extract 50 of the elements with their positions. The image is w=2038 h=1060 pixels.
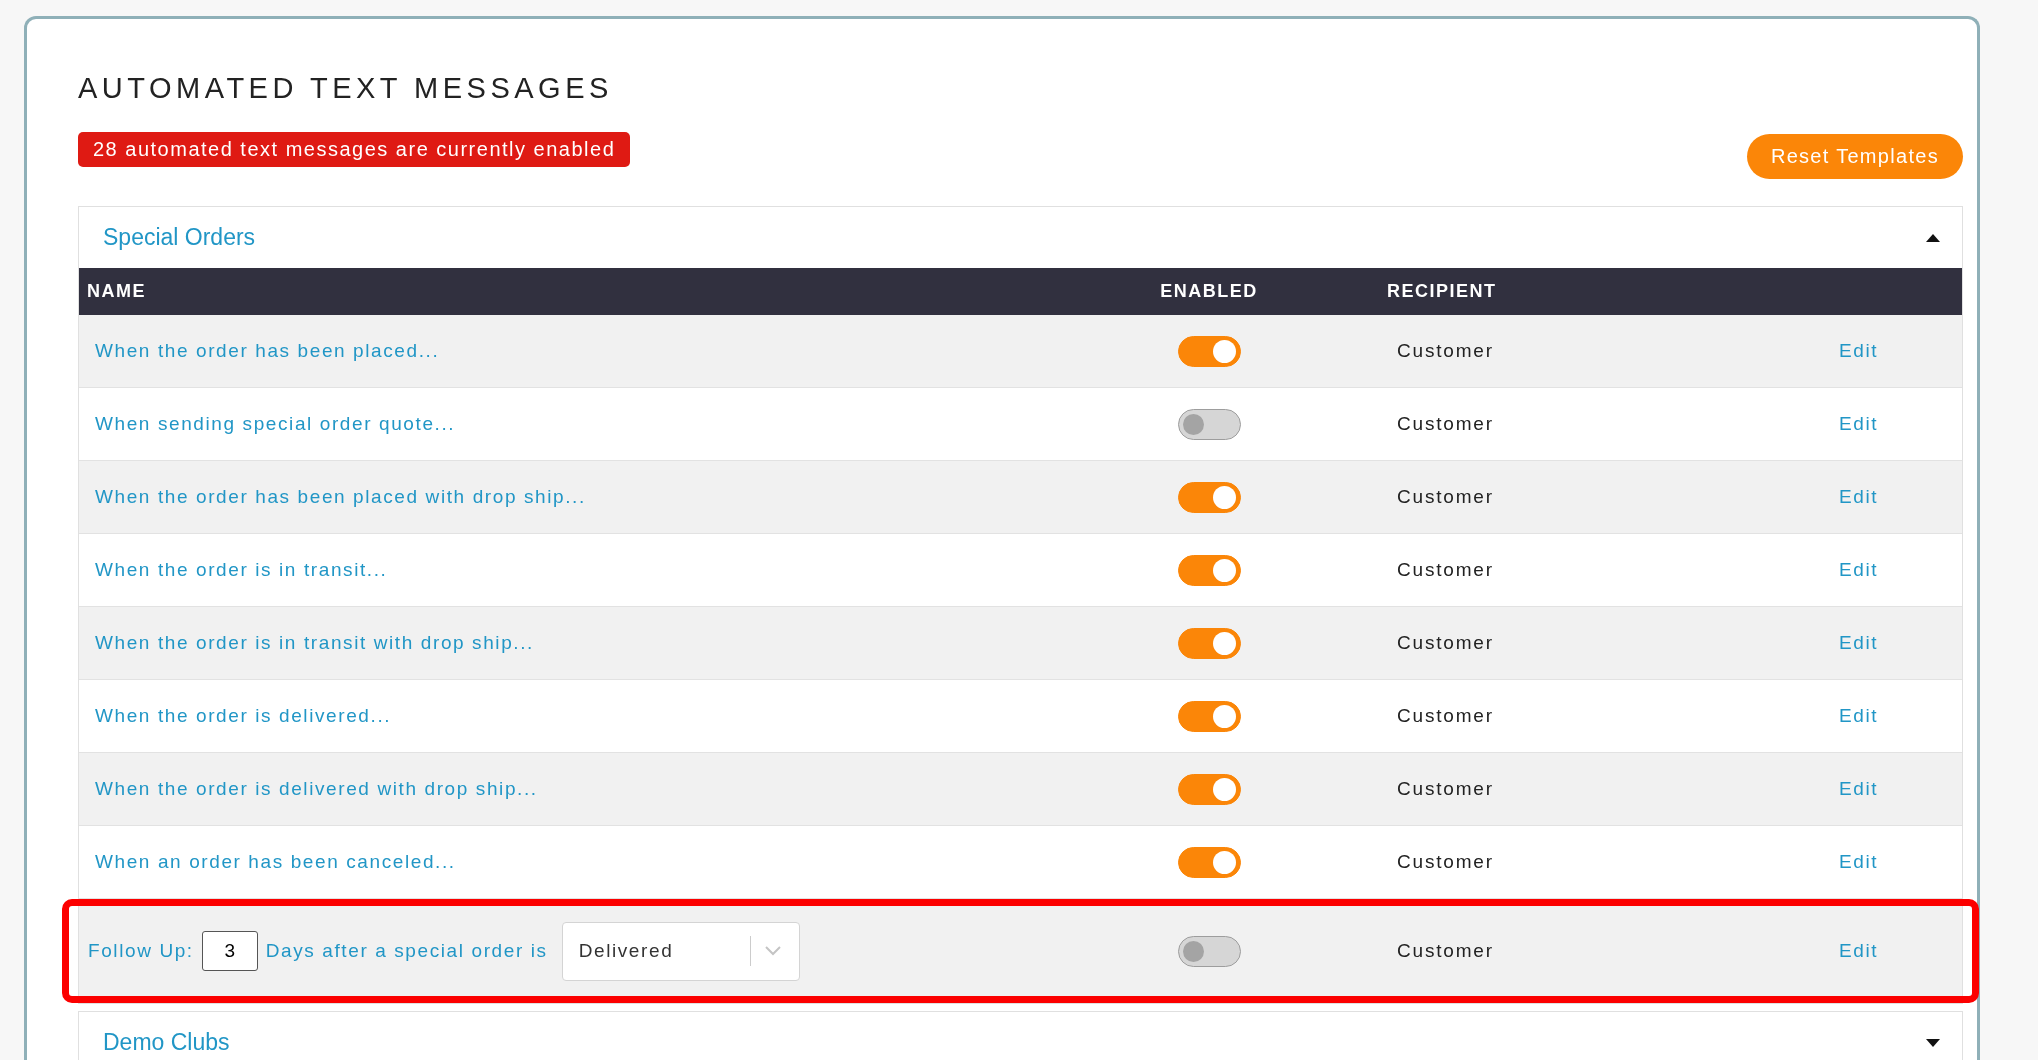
edit-link[interactable]: Edit — [1839, 705, 1879, 726]
edit-link[interactable]: Edit — [1839, 851, 1879, 872]
column-header: NAME — [86, 281, 147, 302]
section-title[interactable]: Special Orders — [103, 224, 256, 251]
edit-link[interactable]: Edit — [1839, 778, 1879, 799]
status-badge: 28 automated text messages are currently enabled — [78, 132, 631, 167]
message-name-link[interactable]: When the order has been placed... — [95, 340, 440, 362]
edit-link[interactable]: Edit — [1839, 413, 1879, 434]
recipient-cell-text: Customer — [1396, 778, 1495, 800]
enabled-toggle[interactable] — [1177, 700, 1241, 732]
edit-link[interactable]: Edit — [1839, 940, 1879, 961]
recipient-cell-text: Customer — [1396, 559, 1495, 581]
status-select[interactable]: Delivered — [561, 921, 800, 981]
recipient-cell-text: Customer — [1396, 340, 1495, 362]
reset-templates-button[interactable]: Reset Templates — [1746, 134, 1963, 179]
expand-caret-icon[interactable] — [1926, 1038, 1940, 1047]
edit-link[interactable]: Edit — [1839, 632, 1879, 653]
enabled-toggle[interactable] — [1177, 335, 1241, 367]
column-header: ENABLED — [1160, 281, 1258, 302]
column-header: RECIPIENT — [1386, 281, 1498, 302]
message-name-link[interactable]: When an order has been canceled... — [95, 851, 456, 873]
message-name-link[interactable]: When the order is delivered... — [95, 705, 392, 727]
chevron-down-icon — [764, 946, 781, 956]
message-name-link[interactable]: When the order is in transit with drop ship... — [95, 632, 534, 654]
recipient-cell-text: Customer — [1396, 632, 1495, 654]
message-name-link[interactable]: When the order is in transit... — [95, 559, 388, 581]
enabled-toggle[interactable] — [1177, 846, 1241, 878]
section-title[interactable]: Demo Clubs — [103, 1029, 230, 1056]
recipient-cell-text: Customer — [1396, 486, 1495, 508]
recipient-cell-text: Customer — [1396, 413, 1495, 435]
edit-link[interactable]: Edit — [1839, 559, 1879, 580]
edit-link[interactable]: Edit — [1839, 486, 1879, 507]
message-name-link[interactable]: When the order has been placed with drop ship... — [95, 486, 586, 508]
follow-up-text: Days after a special order is — [265, 940, 548, 962]
page-title: AUTOMATED TEXT MESSAGES — [78, 72, 614, 105]
edit-link[interactable]: Edit — [1839, 340, 1879, 361]
enabled-toggle[interactable] — [1177, 935, 1241, 967]
enabled-toggle[interactable] — [1177, 408, 1241, 440]
enabled-toggle[interactable] — [1177, 773, 1241, 805]
recipient-cell-text: Customer — [1396, 940, 1495, 962]
message-name-link[interactable]: When the order is delivered with drop ship... — [95, 778, 538, 800]
enabled-toggle[interactable] — [1177, 554, 1241, 586]
recipient-cell-text: Customer — [1396, 851, 1495, 873]
recipient-cell-text: Customer — [1396, 705, 1495, 727]
enabled-toggle[interactable] — [1177, 627, 1241, 659]
collapse-caret-icon[interactable] — [1926, 233, 1940, 242]
enabled-toggle[interactable] — [1177, 481, 1241, 513]
follow-up-label: Follow Up: — [88, 940, 194, 962]
days-input[interactable]: 3 — [201, 931, 258, 971]
message-name-link[interactable]: When sending special order quote... — [95, 413, 456, 435]
